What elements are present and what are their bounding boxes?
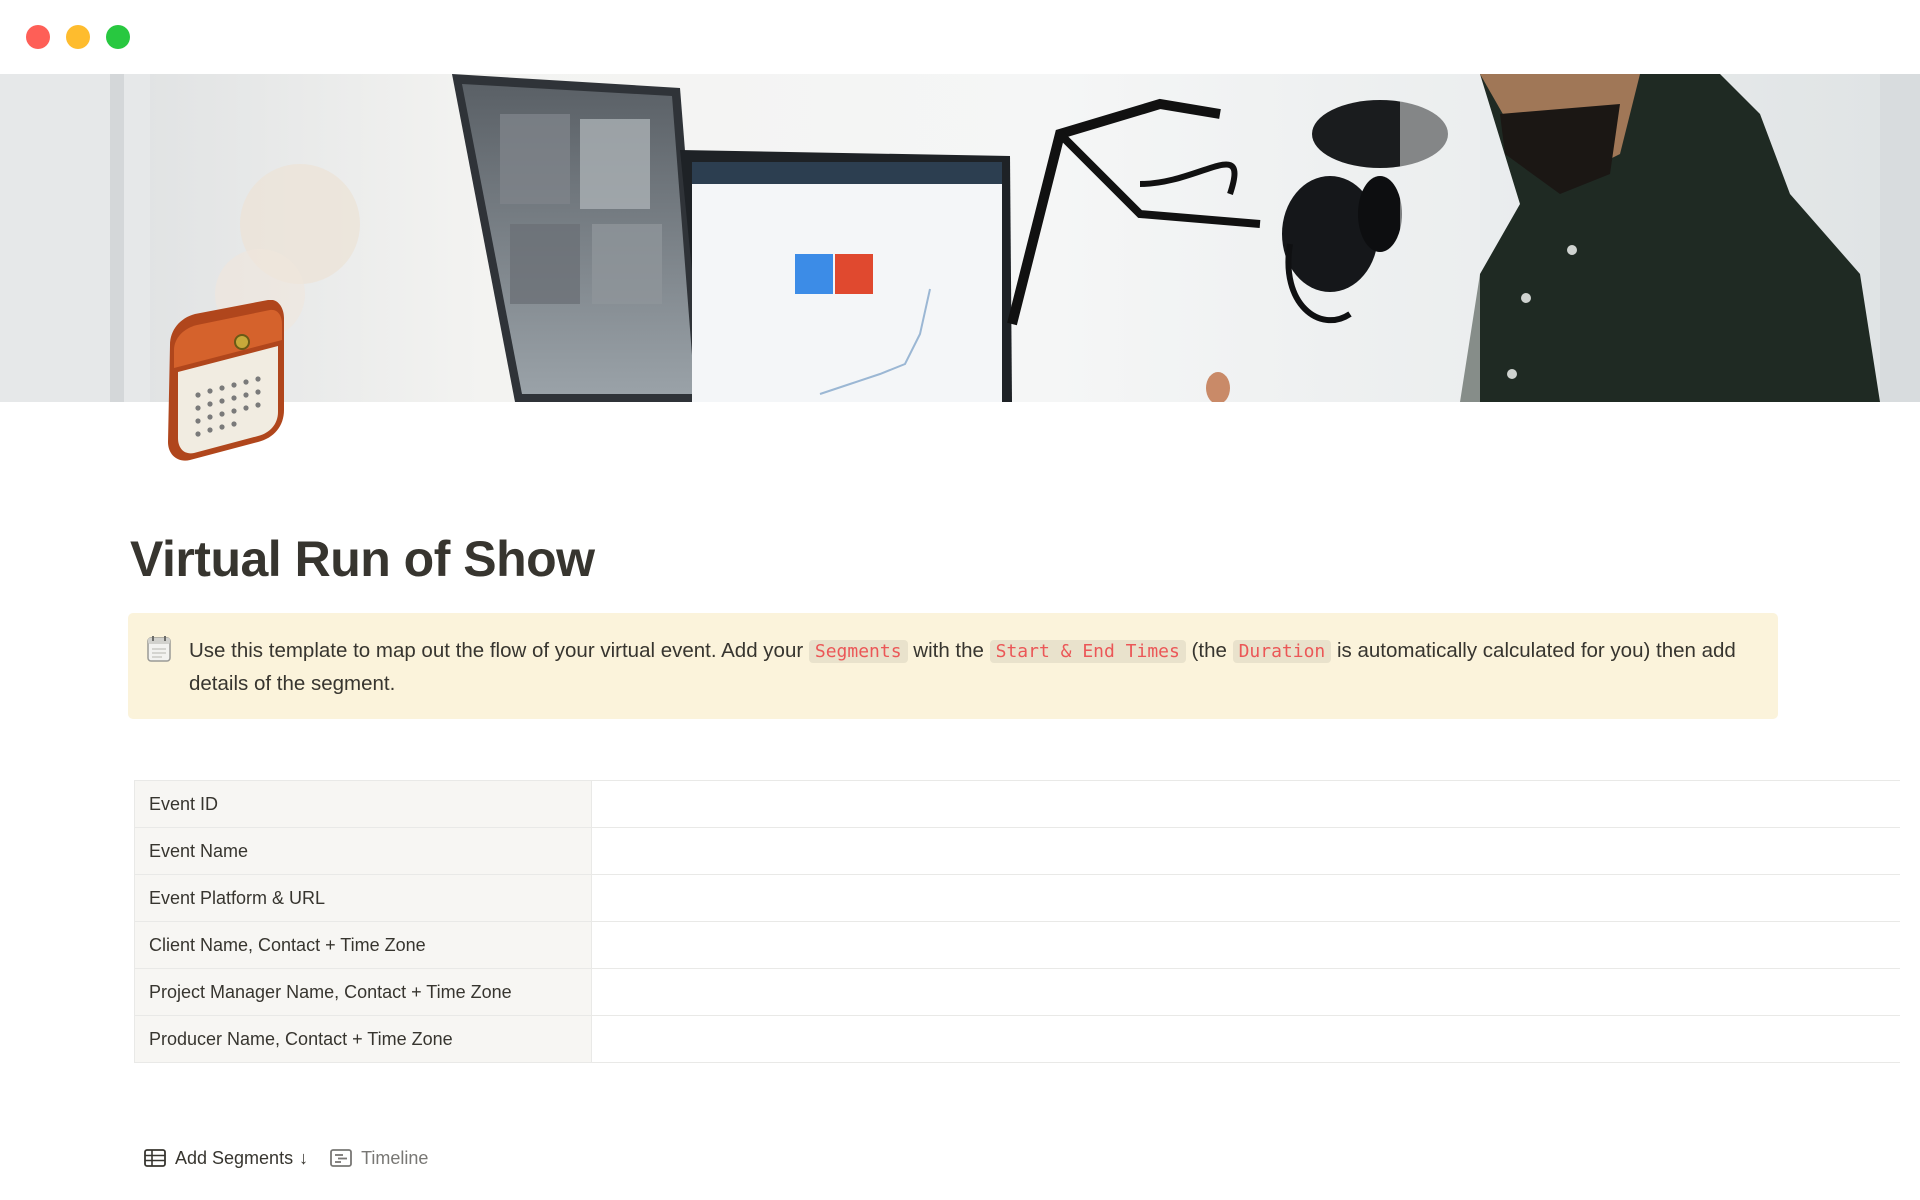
property-value-project-manager[interactable]	[592, 969, 1900, 1015]
properties-table: Event ID Event Name Event Platform & URL…	[134, 780, 1900, 1063]
property-label[interactable]: Event Name	[134, 828, 592, 874]
callout-text-part: with the	[907, 639, 990, 662]
property-value-event-platform[interactable]	[592, 875, 1900, 921]
tab-timeline[interactable]: Timeline	[330, 1148, 428, 1169]
tab-label: Timeline	[361, 1147, 429, 1168]
property-label[interactable]: Event ID	[134, 781, 592, 827]
zoom-window-button[interactable]	[106, 25, 130, 49]
property-label[interactable]: Project Manager Name, Contact + Time Zon…	[134, 969, 592, 1015]
callout-text-part: (the	[1185, 639, 1233, 662]
callout-text-part: Use this template to map out the flow of…	[189, 639, 809, 662]
page-title[interactable]: Virtual Run of Show	[130, 530, 595, 588]
property-row-producer: Producer Name, Contact + Time Zone	[134, 1016, 1900, 1063]
callout-text: Use this template to map out the flow of…	[189, 635, 1749, 700]
calendar-icon[interactable]	[146, 635, 172, 663]
property-row-event-name: Event Name	[134, 828, 1900, 875]
property-row-project-manager: Project Manager Name, Contact + Time Zon…	[134, 969, 1900, 1016]
property-value-event-name[interactable]	[592, 828, 1900, 874]
tab-label: Add Segments	[175, 1147, 294, 1168]
property-row-client: Client Name, Contact + Time Zone	[134, 922, 1900, 969]
close-window-button[interactable]	[26, 25, 50, 49]
minimize-window-button[interactable]	[66, 25, 90, 49]
app-window: Virtual Run of Show Use this template to…	[0, 0, 1920, 1200]
property-value-event-id[interactable]	[592, 781, 1900, 827]
property-row-event-platform: Event Platform & URL	[134, 875, 1900, 922]
arrow-down-icon: ↓	[299, 1147, 309, 1168]
inline-code-duration: Duration	[1232, 640, 1332, 663]
tab-add-segments[interactable]: Add Segments ↓	[144, 1148, 308, 1169]
inline-code-segments: Segments	[808, 640, 908, 663]
property-label[interactable]: Producer Name, Contact + Time Zone	[134, 1016, 592, 1062]
property-label[interactable]: Client Name, Contact + Time Zone	[134, 922, 592, 968]
callout-block[interactable]: Use this template to map out the flow of…	[128, 613, 1778, 719]
table-icon	[144, 1149, 166, 1167]
title-bar	[0, 0, 1920, 74]
inline-code-start-end-times: Start & End Times	[989, 640, 1186, 663]
database-view-tabs: Add Segments ↓ Timeline	[144, 1146, 428, 1170]
property-label[interactable]: Event Platform & URL	[134, 875, 592, 921]
timeline-icon	[330, 1149, 352, 1167]
property-value-client[interactable]	[592, 922, 1900, 968]
property-value-producer[interactable]	[592, 1016, 1900, 1062]
calendar-icon[interactable]	[160, 299, 290, 470]
property-row-event-id: Event ID	[134, 781, 1900, 828]
